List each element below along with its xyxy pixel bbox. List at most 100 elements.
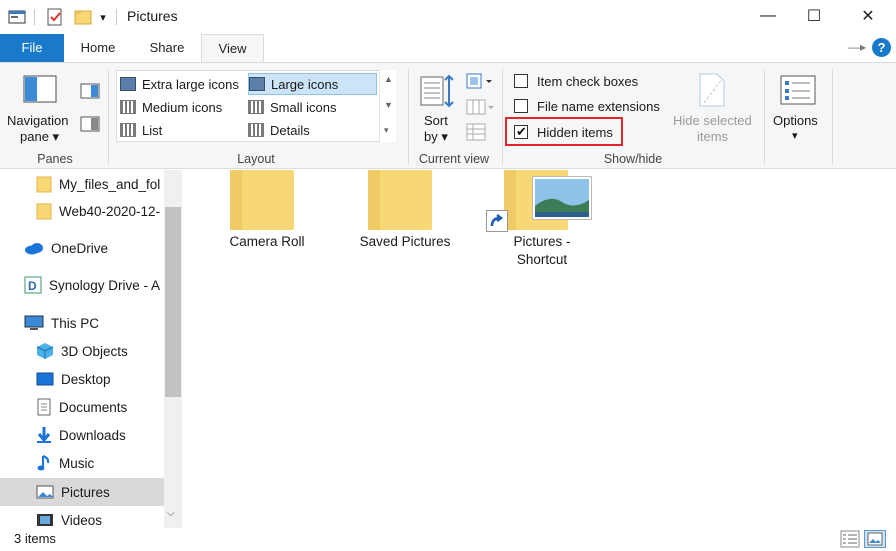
nav-item-label: Pictures [61,484,110,500]
details-icon [248,123,264,137]
pin-ribbon-icon[interactable]: —▸ [848,40,866,54]
nav-item-synology-drive[interactable]: D Synology Drive - A [0,271,164,299]
customize-quick-access-dropdown[interactable]: ▾ [96,0,110,34]
file-name-extensions-label[interactable]: File name extensions [537,99,660,114]
new-folder-icon[interactable] [72,0,94,34]
window-app-icon[interactable] [6,0,28,34]
nav-item-label: Synology Drive - A [49,277,161,293]
music-icon [37,455,50,471]
properties-icon[interactable] [44,0,66,34]
group-by-icon[interactable] [466,73,494,89]
large-icons-icon [249,77,265,91]
large-icons-view-icon[interactable] [864,530,886,548]
nav-item-pictures[interactable]: Pictures [0,478,164,506]
size-columns-icon[interactable] [466,123,486,141]
navigation-pane-button[interactable]: Navigation pane ▾ [5,69,75,149]
landscape-photo-icon [532,176,592,220]
details-pane-icon[interactable] [80,116,100,132]
folder-saved-pictures[interactable]: Saved Pictures [350,170,460,260]
layout-small-icons[interactable]: Small icons [248,96,377,118]
layout-label: List [142,122,163,138]
pictures-shortcut[interactable]: Pictures - Shortcut [486,170,598,274]
layout-extra-large-icons[interactable]: Extra large icons [120,73,246,95]
tab-view[interactable]: View [201,34,264,63]
item-check-boxes-label[interactable]: Item check boxes [537,74,638,89]
sort-by-button[interactable]: Sort by ▾ [414,69,458,149]
layout-more-icon[interactable]: ▾ [384,125,389,136]
nav-item-this-pc[interactable]: This PC [0,309,164,337]
toolbar-separator [34,9,35,25]
navigation-pane-icon [23,75,57,103]
details-view-icon[interactable] [840,530,860,548]
nav-item-label: Downloads [59,427,126,443]
options-button[interactable]: Options ▾ [768,69,828,149]
layout-medium-icons[interactable]: Medium icons [120,96,246,118]
hide-selected-items-button[interactable]: Hide selected items [668,69,760,149]
documents-icon [37,398,51,416]
list-icon [120,123,136,137]
navigation-pane-label: Navigation [7,113,69,128]
nav-item-label: Documents [59,399,128,415]
layout-details[interactable]: Details [248,119,377,141]
options-icon [780,75,816,105]
help-icon[interactable]: ? [872,38,891,57]
layout-label: Details [270,122,310,138]
shortcut-label-line1: Pictures - [513,234,571,249]
videos-icon [37,514,53,526]
hide-selected-label-2: items [697,129,729,144]
synology-drive-icon: D [24,276,42,294]
onedrive-icon [25,243,43,255]
add-columns-icon[interactable] [466,99,494,115]
this-pc-icon [24,315,44,330]
tab-file[interactable]: File [0,34,64,62]
nav-item-label: Music [59,455,95,471]
window-title: Pictures [127,8,178,24]
desktop-icon [36,372,54,386]
nav-scrollbar-thumb[interactable] [165,207,181,397]
layout-scroll-down-icon[interactable]: ▼ [384,100,393,110]
folder-icon [230,170,294,230]
group-separator [764,69,765,165]
nav-item-my-files[interactable]: My_files_and_fol [0,170,164,198]
3d-objects-icon [36,343,54,359]
navigation-pane-label-2: pane ▾ [20,129,60,144]
preview-pane-icon[interactable] [80,83,100,99]
options-arrow: ▾ [792,130,798,142]
nav-item-label: This PC [51,315,100,331]
group-separator [502,69,503,165]
nav-item-web40[interactable]: Web40-2020-12- [0,197,164,225]
hide-selected-items-icon [699,73,725,107]
nav-item-onedrive[interactable]: OneDrive [0,234,164,262]
ribbon-tabs: File Home Share View [0,34,896,63]
nav-item-label: My_files_and_fol [59,176,161,192]
folder-camera-roll[interactable]: Camera Roll [212,170,322,260]
nav-item-music[interactable]: Music [0,449,164,477]
item-check-boxes-checkbox[interactable] [514,74,528,88]
downloads-icon [37,427,51,443]
nav-item-videos[interactable]: Videos [0,506,164,528]
layout-label: Large icons [271,76,339,92]
nav-scroll-down-icon[interactable]: ⌵ [167,508,175,519]
shortcut-label-line2: Shortcut [516,252,568,267]
options-label: Options [773,113,818,128]
close-button[interactable]: ✕ [845,0,891,32]
layout-gallery: Extra large icons Large icons Medium ico… [116,70,396,142]
group-separator [832,69,833,165]
minimize-button[interactable]: — [745,0,791,32]
extra-large-icons-icon [120,77,136,91]
nav-item-3d-objects[interactable]: 3D Objects [0,337,164,365]
maximize-button[interactable]: ☐ [791,0,837,32]
nav-item-label: Videos [61,512,103,528]
file-name-extensions-checkbox[interactable] [514,99,528,113]
nav-item-documents[interactable]: Documents [0,393,164,421]
sort-by-icon [420,74,454,108]
nav-item-desktop[interactable]: Desktop [0,365,164,393]
tab-share[interactable]: Share [138,34,196,62]
layout-large-icons[interactable]: Large icons [248,73,377,95]
title-separator [116,9,117,25]
folder-icon [36,176,52,193]
nav-item-downloads[interactable]: Downloads [0,421,164,449]
tab-home[interactable]: Home [70,34,126,62]
layout-list[interactable]: List [120,119,246,141]
layout-scroll-up-icon[interactable]: ▲ [384,74,393,84]
